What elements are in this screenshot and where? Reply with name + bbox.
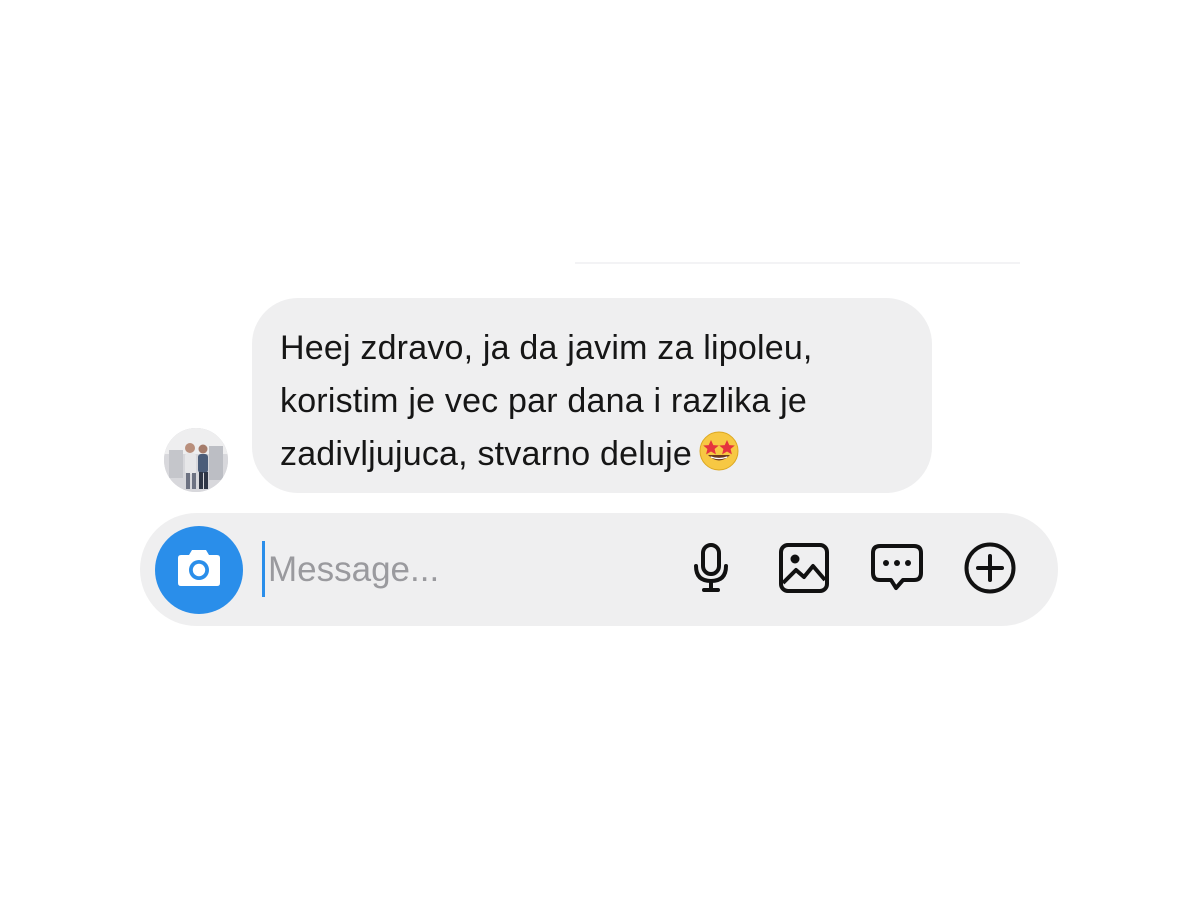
gallery-icon (778, 542, 830, 599)
message-input[interactable] (268, 543, 668, 597)
chat-screen: Heej zdravo, ja da javim za lipoleu, kor… (0, 0, 1200, 900)
voice-message-button[interactable] (683, 542, 739, 598)
microphone-icon (691, 542, 731, 599)
sender-avatar[interactable] (164, 428, 228, 492)
camera-icon (175, 547, 223, 594)
gallery-button[interactable] (776, 542, 832, 598)
text-cursor (262, 541, 265, 597)
camera-button[interactable] (155, 526, 243, 614)
message-text: Heej zdravo, ja da javim za lipoleu, kor… (280, 322, 904, 488)
incoming-message-bubble[interactable]: Heej zdravo, ja da javim za lipoleu, kor… (252, 298, 932, 493)
more-options-button[interactable] (962, 542, 1018, 598)
message-line: zadivljujuca, stvarno deluje (280, 428, 904, 488)
sticker-chat-icon (870, 543, 924, 598)
star-struck-emoji (698, 430, 740, 488)
message-line: Heej zdravo, ja da javim za lipoleu, (280, 329, 813, 367)
message-line-text: zadivljujuca, stvarno deluje (280, 435, 692, 473)
sticker-button[interactable] (869, 542, 925, 598)
message-composer (140, 513, 1058, 626)
plus-icon (963, 541, 1017, 600)
divider (575, 262, 1020, 264)
message-line: koristim je vec par dana i razlika je (280, 382, 808, 420)
